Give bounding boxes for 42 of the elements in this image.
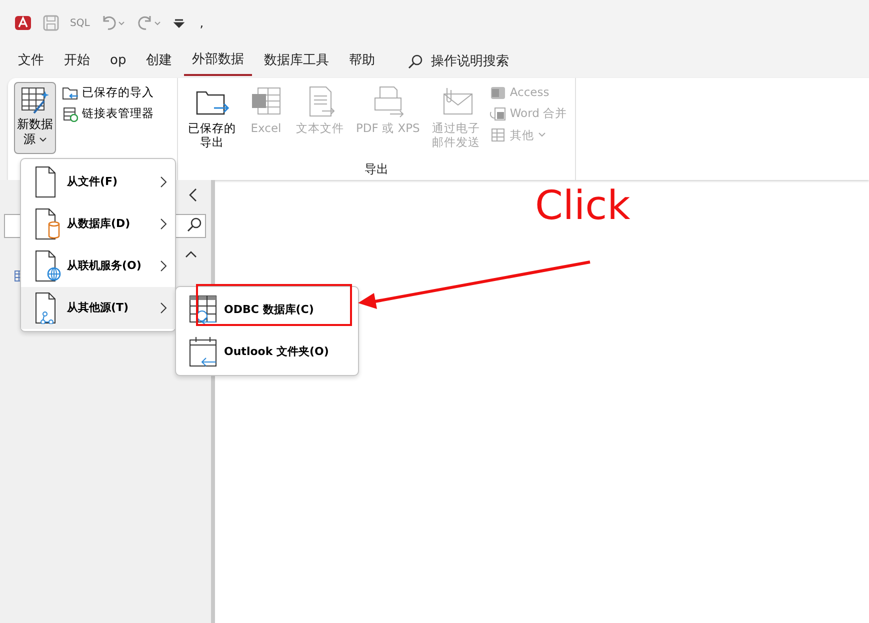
menu-item[interactable]: ODBC 数据库(C) [176,289,358,331]
chevron-right-icon [160,176,167,188]
chevron-right-icon [160,260,167,272]
menu-tab[interactable]: 数据库工具 [256,49,338,75]
tell-me-search[interactable]: 操作说明搜索 [431,52,510,72]
menu-tab[interactable]: 帮助 [341,49,384,75]
annotation-label: Click [535,186,630,226]
chevron-right-icon [160,218,167,230]
redo-icon[interactable] [136,14,162,32]
document-globe-icon [33,250,61,282]
folder-arrow-icon [62,84,78,101]
database-icon [490,84,506,101]
menu-item[interactable]: 从联机服务(O) [21,245,175,287]
chevron-right-icon [160,302,167,314]
caret-icon [38,136,46,143]
menu-tab[interactable]: 创建 [138,49,180,75]
table-icon [490,127,506,144]
group-label: 导出 [364,161,390,178]
menu-tab[interactable]: op [102,49,134,75]
linked-table-icon [62,106,78,122]
search-icon[interactable] [186,217,202,233]
table-wand-icon [20,85,50,115]
menu-item[interactable]: 从文件(F) [21,161,175,203]
collapse-icon[interactable] [188,188,198,202]
search-icon [407,54,424,70]
menu-item[interactable]: 从其他源(T) [21,287,175,329]
ribbon-button[interactable]: 链接表管理器 [60,103,156,124]
calendar-arrow-icon [188,336,218,368]
collapse-up-icon[interactable] [185,250,197,258]
menu-tab[interactable]: 开始 [56,49,98,75]
ribbon-button[interactable]: 已保存的导出 [184,82,240,152]
menu-item[interactable]: 从数据库(D) [21,203,175,245]
menu-tab[interactable]: 文件 [10,49,52,75]
ribbon-button[interactable]: 已保存的导入 [60,82,156,104]
menu-tab[interactable]: 外部数据 [184,48,252,76]
table-globe-icon [188,294,218,326]
document-database-icon [33,208,61,240]
window-title: , [200,15,204,32]
menu-item[interactable]: Outlook 文件夹(O) [176,331,358,373]
app-logo-icon[interactable] [14,14,32,32]
document-merge-icon [490,106,506,122]
new-data-source-button[interactable]: 新数据源 [14,82,56,154]
